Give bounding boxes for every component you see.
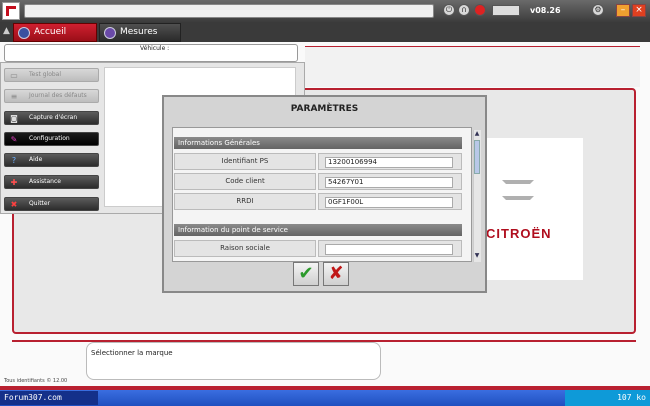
version-label: v08.26 [530, 6, 561, 15]
chevron-top [502, 180, 534, 190]
menu-item-capture[interactable]: ◙ Capture d'écran [4, 111, 99, 125]
config-icon: ✎ [10, 135, 18, 144]
field-container: 54267Y01 [318, 173, 462, 190]
field-label-rrdi: RRDI [174, 193, 316, 210]
assistance-icon: ✚ [10, 178, 18, 187]
home-globe-icon [18, 27, 30, 39]
menu-item-label: Assistance [29, 178, 61, 185]
field-container: 0GF1F00L [318, 193, 462, 210]
field-container [318, 240, 462, 257]
field-container: 13200106994 [318, 153, 462, 170]
field-label-raison-sociale: Raison sociale [174, 240, 316, 257]
menu-item-label: Configuration [29, 135, 70, 142]
scroll-up-icon[interactable]: ▲ [473, 130, 481, 139]
close-icon: ✖ [10, 200, 18, 209]
section-header-service-point: Information du point de service [174, 224, 462, 236]
home-icon[interactable]: ▲ [3, 26, 10, 36]
record-icon[interactable] [474, 4, 486, 16]
raison-sociale-input[interactable] [325, 244, 453, 255]
menu-item-label: Capture d'écran [29, 114, 78, 121]
minimize-button[interactable]: – [616, 4, 630, 17]
rrdi-input[interactable]: 0GF1F00L [325, 197, 453, 208]
menu-item-test-global[interactable]: ▭ Test global [4, 68, 99, 82]
app-logo[interactable] [2, 2, 20, 20]
camera-icon: ◙ [10, 114, 18, 123]
section-header-general: Informations Générales [174, 137, 462, 149]
menu-item-label: Aide [29, 156, 43, 163]
cancel-button[interactable]: ✘ [323, 262, 349, 286]
taskbar-size: 107 ko [565, 390, 650, 406]
close-window-button[interactable]: × [632, 4, 646, 17]
settings-icon[interactable]: ⚙ [592, 4, 604, 16]
dialog-title: PARAMÈTRES [290, 104, 359, 114]
power-icon[interactable]: ⏻ [443, 4, 455, 16]
field-label-id-ps: Identifiant PS [174, 153, 316, 170]
menu-item-journal[interactable]: ≡ Journal des défauts [4, 89, 99, 103]
field-label-code-client: Code client [174, 173, 316, 190]
headset-icon[interactable]: ∩ [458, 4, 470, 16]
tab-label: Accueil [34, 27, 67, 37]
menu-item-label: Test global [29, 71, 62, 78]
taskbar-watermark: Forum307.com [0, 391, 98, 405]
scroll-thumb[interactable] [474, 140, 480, 174]
scroll-down-icon[interactable]: ▼ [473, 252, 481, 261]
divider [305, 46, 640, 47]
confirm-button[interactable]: ✔ [293, 262, 319, 286]
footer-text: Tous identifiants © 12.00 [4, 378, 68, 384]
id-ps-input[interactable]: 13200106994 [325, 157, 453, 168]
tab-mesures[interactable]: Mesures [99, 23, 181, 42]
menu-item-configuration[interactable]: ✎ Configuration [4, 132, 99, 146]
address-bar[interactable] [24, 4, 434, 18]
battery-icon [492, 5, 520, 16]
tab-bar [0, 22, 650, 42]
tab-accueil[interactable]: Accueil [13, 23, 97, 42]
waveform-icon [104, 27, 116, 39]
menu-item-aide[interactable]: ? Aide [4, 153, 99, 167]
vehicle-label: Véhicule : [140, 45, 170, 52]
chevron-bottom [502, 196, 534, 206]
menu-item-assistance[interactable]: ✚ Assistance [4, 175, 99, 189]
code-client-input[interactable]: 54267Y01 [325, 177, 453, 188]
status-message: Sélectionner la marque [86, 342, 381, 380]
brand-logo-text: CITROËN [486, 226, 552, 241]
brand-panel[interactable] [480, 138, 583, 280]
tab-label: Mesures [120, 27, 158, 37]
car-test-icon: ▭ [10, 71, 18, 80]
top-right-panel [305, 47, 640, 87]
menu-item-label: Journal des défauts [29, 92, 87, 99]
menu-item-label: Quitter [29, 200, 51, 207]
menu-item-quitter[interactable]: ✖ Quitter [4, 197, 99, 211]
log-icon: ≡ [10, 92, 18, 101]
help-icon: ? [11, 156, 17, 165]
